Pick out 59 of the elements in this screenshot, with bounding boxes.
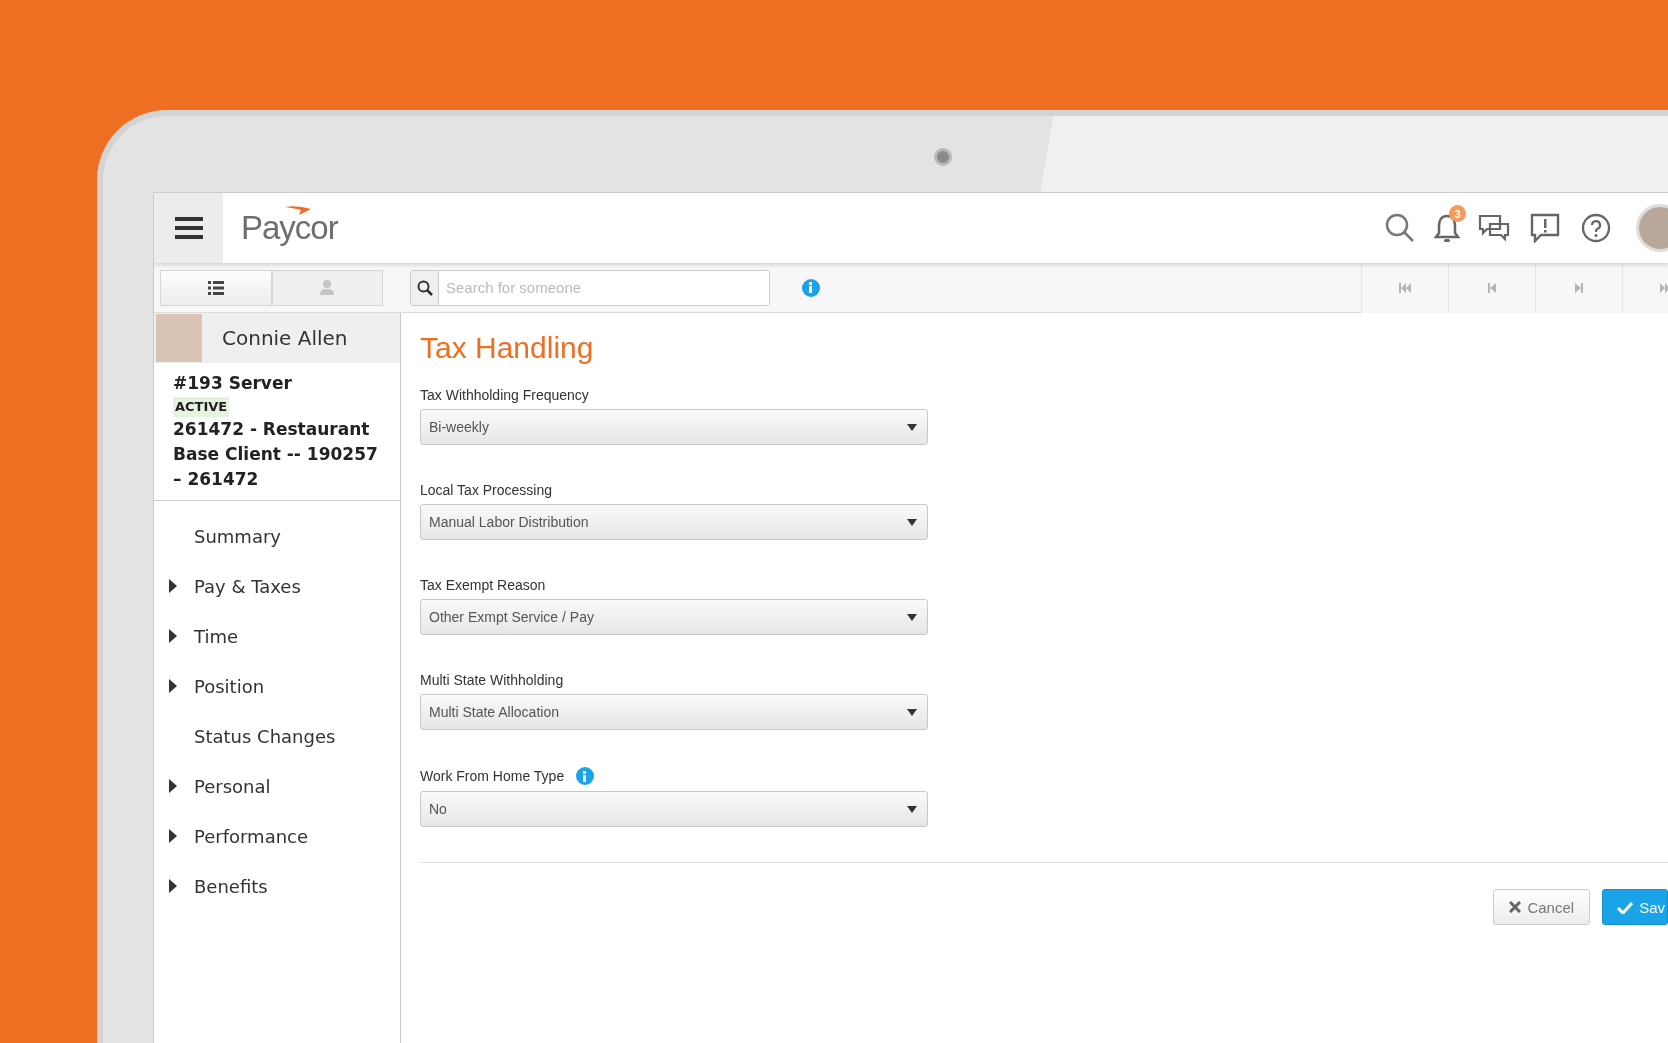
notification-count: 3 (1449, 205, 1466, 222)
sidebar-item[interactable]: Status Changes (154, 711, 400, 761)
status-label: ACTIVE (173, 397, 230, 417)
menu-button[interactable] (154, 193, 223, 263)
caret-icon (169, 679, 177, 693)
caret-icon (907, 805, 917, 813)
page-title: Tax Handling (420, 331, 595, 365)
info-icon[interactable] (802, 278, 820, 297)
field-label: Tax Withholding Frequency (420, 387, 589, 403)
caret-icon (169, 779, 177, 793)
sidebar-item[interactable]: Pay & Taxes (154, 561, 400, 611)
chat-icon (1478, 214, 1510, 242)
dropdown[interactable]: Manual Labor Distribution (420, 504, 928, 540)
camera-icon (934, 148, 952, 166)
view-tab[interactable] (160, 269, 272, 306)
menu-icon (174, 217, 203, 239)
sidebar-item[interactable]: Summary (154, 511, 400, 561)
previous-icon (1485, 280, 1499, 295)
caret-icon (907, 518, 917, 526)
person-icon (320, 280, 335, 295)
dropdown[interactable]: Multi State Allocation (420, 694, 928, 730)
search-icon (1385, 213, 1415, 243)
dropdown[interactable]: Bi-weekly (420, 409, 928, 445)
caret-icon (169, 579, 177, 593)
search-field[interactable]: Search for someone (410, 269, 770, 306)
help-button[interactable] (1579, 211, 1613, 245)
caret-icon (907, 613, 917, 621)
client-name: 261472 - Restaurant Base Client -- 190257 – 261472 (173, 418, 379, 491)
caret-icon (169, 879, 177, 893)
next-icon (1572, 280, 1586, 295)
feedback-button[interactable] (1528, 211, 1562, 245)
employee-position: #193 Server (173, 372, 293, 395)
first-icon (1398, 280, 1412, 295)
photo-placeholder (156, 314, 202, 362)
dropdown[interactable]: Other Exmpt Service / Pay (420, 599, 928, 635)
sidebar-item[interactable]: Benefits (154, 861, 400, 911)
logo: Paycor (241, 209, 338, 247)
sidebar-item[interactable]: Personal (154, 761, 400, 811)
sidebar-item[interactable]: Position (154, 661, 400, 711)
info-icon[interactable] (576, 767, 595, 785)
help-icon (1581, 213, 1611, 243)
field-label: Multi State Withholding (420, 672, 564, 688)
field-label: Tax Exempt Reason (420, 577, 546, 593)
caret-icon (907, 708, 917, 716)
cancel-button[interactable]: Cancel (1493, 889, 1591, 925)
search-icon (416, 279, 433, 296)
sidebar-item[interactable]: Performance (154, 811, 400, 861)
employee-name: Connie Allen (222, 326, 348, 350)
dropdown[interactable]: No (420, 791, 928, 827)
caret-icon (169, 829, 177, 843)
caret-icon (169, 629, 177, 643)
check-icon (1617, 900, 1634, 914)
alert-message-icon (1530, 213, 1560, 243)
caret-icon (907, 423, 917, 431)
close-icon (1509, 901, 1522, 913)
list-icon (207, 280, 224, 295)
sidebar-item[interactable]: Time (154, 611, 400, 661)
field-label: Local Tax Processing (420, 482, 553, 498)
field-label: Work From Home Type (420, 768, 565, 784)
